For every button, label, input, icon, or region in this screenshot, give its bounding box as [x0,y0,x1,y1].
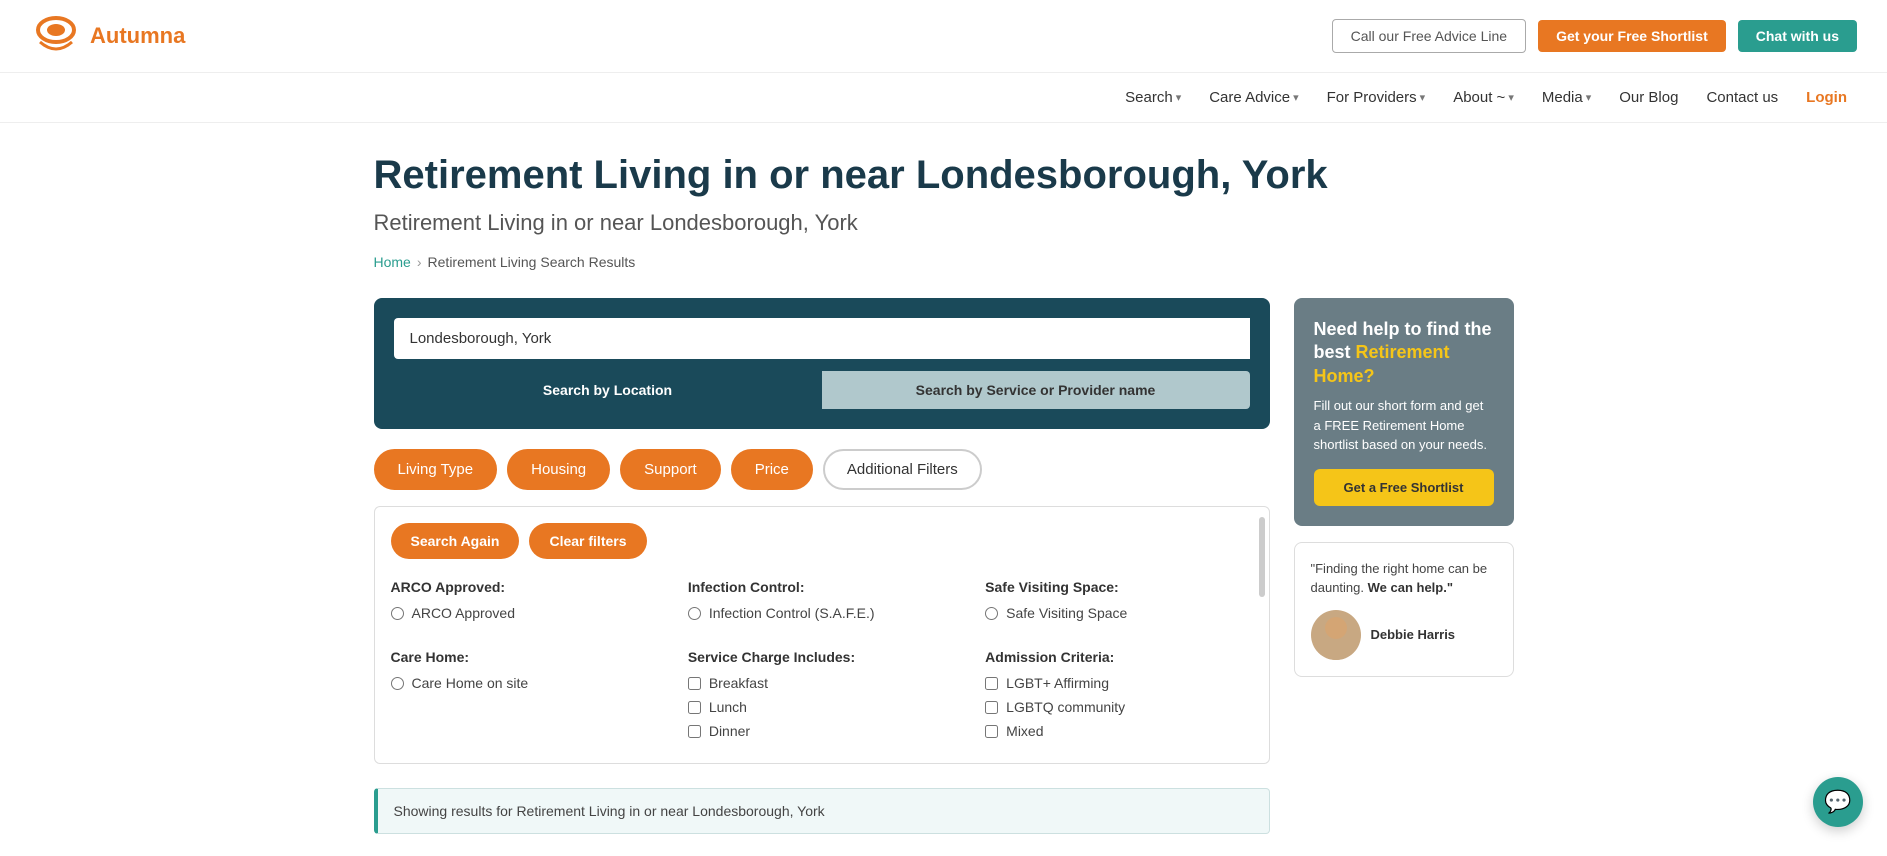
filter-option-lunch[interactable]: Lunch [688,699,955,715]
logo-text: Autumna [90,23,185,49]
left-column: Search by Location Search by Service or … [374,298,1270,856]
filter-radio-infection[interactable] [688,607,701,620]
breadcrumb-separator: › [417,254,422,270]
page-title: Retirement Living in or near Londesborou… [374,153,1514,198]
filter-checkbox-breakfast[interactable] [688,677,701,690]
testimonial-name: Debbie Harris [1371,627,1456,642]
additional-filters-panel: Search Again Clear filters ARCO Approved… [374,506,1270,764]
tab-service[interactable]: Search by Service or Provider name [822,371,1250,409]
pill-additional-filters[interactable]: Additional Filters [823,449,982,490]
chevron-down-icon: ▾ [1586,91,1592,104]
search-input[interactable] [394,318,1250,359]
chevron-down-icon: ▾ [1420,91,1426,104]
main-layout: Search by Location Search by Service or … [374,298,1514,856]
clear-filters-button[interactable]: Clear filters [529,523,646,559]
page-subtitle: Retirement Living in or near Londesborou… [374,210,1514,236]
avatar-image [1311,610,1361,660]
free-shortlist-button[interactable]: Get a Free Shortlist [1314,469,1494,506]
chevron-down-icon: ▾ [1176,91,1182,104]
filter-section-admission: Admission Criteria: LGBT+ Affirming LGBT… [985,649,1252,747]
pill-living-type[interactable]: Living Type [374,449,498,490]
chat-bubble[interactable]: 💬 [1813,777,1863,827]
logo-area: Autumna [30,10,185,62]
search-input-row [394,318,1250,359]
pill-price[interactable]: Price [731,449,813,490]
filter-title-service-charge: Service Charge Includes: [688,649,955,665]
filter-option-infection[interactable]: Infection Control (S.A.F.E.) [688,605,955,621]
testimonial-card: "Finding the right home can be daunting.… [1294,542,1514,677]
filter-checkbox-lunch[interactable] [688,701,701,714]
logo-svg [30,10,82,62]
testimonial-text: "Finding the right home can be daunting.… [1311,559,1497,598]
filter-title-safe-visiting: Safe Visiting Space: [985,579,1252,595]
filter-option-mixed[interactable]: Mixed [985,723,1252,739]
filter-pills: Living Type Housing Support Price Additi… [374,449,1270,490]
search-box: Search by Location Search by Service or … [374,298,1270,429]
filter-radio-safe-visiting[interactable] [985,607,998,620]
filter-checkbox-lgbtq[interactable] [985,701,998,714]
filter-checkbox-lgbt-affirming[interactable] [985,677,998,690]
filter-radio-arco[interactable] [391,607,404,620]
results-info-bar: Showing results for Retirement Living in… [374,788,1270,834]
filter-grid: ARCO Approved: ARCO Approved Infection C… [391,579,1253,747]
nav-blog[interactable]: Our Blog [1609,73,1688,122]
filter-option-safe-visiting[interactable]: Safe Visiting Space [985,605,1252,621]
nav-media[interactable]: Media ▾ [1532,73,1601,122]
filter-section-care-home: Care Home: Care Home on site [391,649,658,747]
help-card-body: Fill out our short form and get a FREE R… [1314,396,1494,455]
right-sidebar: Need help to find the best Retirement Ho… [1294,298,1514,677]
top-bar: Autumna Call our Free Advice Line Get yo… [0,0,1887,73]
filter-option-dinner[interactable]: Dinner [688,723,955,739]
filter-radio-care-home[interactable] [391,677,404,690]
filter-title-care-home: Care Home: [391,649,658,665]
filter-section-service-charge: Service Charge Includes: Breakfast Lunch… [688,649,955,747]
nav-search[interactable]: Search ▾ [1115,73,1191,122]
chevron-down-icon: ▾ [1508,91,1514,104]
filter-option-lgbtq[interactable]: LGBTQ community [985,699,1252,715]
filter-section-safe-visiting: Safe Visiting Space: Safe Visiting Space [985,579,1252,629]
pill-support[interactable]: Support [620,449,721,490]
search-again-button[interactable]: Search Again [391,523,520,559]
content-wrap: Retirement Living in or near Londesborou… [344,123,1544,856]
filter-title-infection: Infection Control: [688,579,955,595]
chat-button[interactable]: Chat with us [1738,20,1857,52]
filter-option-breakfast[interactable]: Breakfast [688,675,955,691]
filter-option-lgbt-affirming[interactable]: LGBT+ Affirming [985,675,1252,691]
shortlist-button[interactable]: Get your Free Shortlist [1538,20,1726,52]
testimonial-author: Debbie Harris [1311,610,1497,660]
breadcrumb: Home › Retirement Living Search Results [374,254,1514,270]
filter-section-arco: ARCO Approved: ARCO Approved [391,579,658,629]
avatar [1311,610,1361,660]
logo-link[interactable]: Autumna [30,10,185,62]
top-bar-actions: Call our Free Advice Line Get your Free … [1332,19,1857,53]
filter-title-admission: Admission Criteria: [985,649,1252,665]
nav-care-advice[interactable]: Care Advice ▾ [1199,73,1308,122]
advice-button[interactable]: Call our Free Advice Line [1332,19,1526,53]
filter-title-arco: ARCO Approved: [391,579,658,595]
filter-checkbox-dinner[interactable] [688,725,701,738]
results-text: Showing results for Retirement Living in… [394,803,825,819]
search-tabs: Search by Location Search by Service or … [394,371,1250,409]
help-card: Need help to find the best Retirement Ho… [1294,298,1514,526]
breadcrumb-current: Retirement Living Search Results [428,254,636,270]
testimonial-emphasis: We can help." [1368,580,1453,595]
panel-scrollbar [1259,517,1265,597]
filter-section-infection: Infection Control: Infection Control (S.… [688,579,955,629]
nav-for-providers[interactable]: For Providers ▾ [1317,73,1436,122]
action-bar: Search Again Clear filters [391,523,1253,559]
nav-login[interactable]: Login [1796,73,1857,122]
help-card-title: Need help to find the best Retirement Ho… [1314,318,1494,388]
pill-housing[interactable]: Housing [507,449,610,490]
breadcrumb-home[interactable]: Home [374,254,411,270]
tab-location[interactable]: Search by Location [394,371,822,409]
filter-option-arco[interactable]: ARCO Approved [391,605,658,621]
filter-checkbox-mixed[interactable] [985,725,998,738]
chat-icon: 💬 [1824,789,1851,815]
chevron-down-icon: ▾ [1293,91,1299,104]
filter-option-care-home[interactable]: Care Home on site [391,675,658,691]
nav-contact[interactable]: Contact us [1696,73,1788,122]
nav-about[interactable]: About ~ ▾ [1443,73,1524,122]
main-nav: Search ▾ Care Advice ▾ For Providers ▾ A… [0,73,1887,123]
results-area: Showing results for Retirement Living in… [374,776,1270,856]
